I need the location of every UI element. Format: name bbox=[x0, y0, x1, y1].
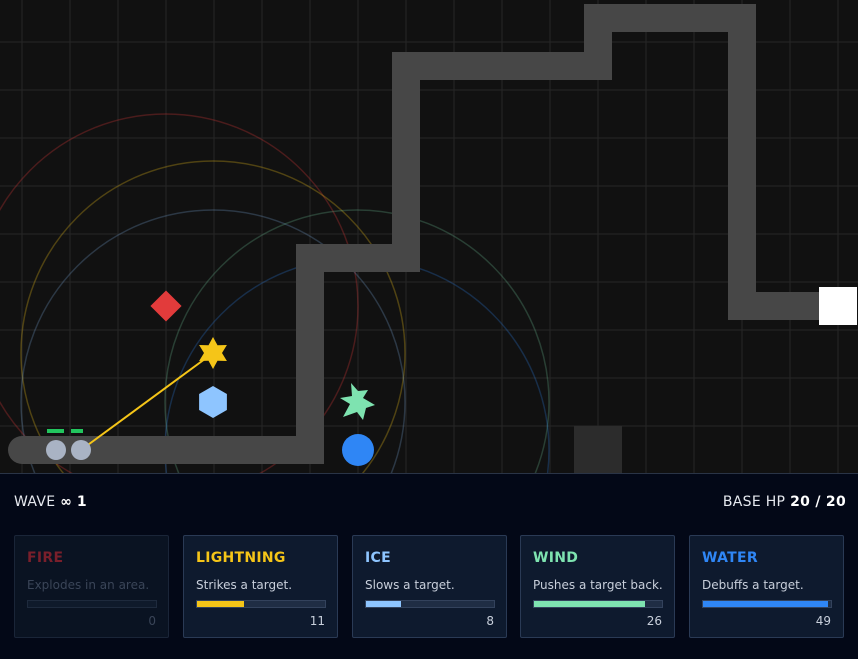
base-hp-value: 20 / 20 bbox=[790, 494, 846, 510]
tower-charge-fill bbox=[197, 601, 245, 607]
tower-card-lightning[interactable]: LIGHTNING Strikes a target. 11 bbox=[183, 535, 338, 638]
tower-count: 8 bbox=[486, 614, 494, 628]
tower-description: Pushes a target back. bbox=[533, 578, 663, 592]
build-slot[interactable] bbox=[574, 426, 622, 473]
tower-description: Slows a target. bbox=[365, 578, 455, 592]
tower-charge-fill bbox=[703, 601, 829, 607]
tower-count: 11 bbox=[309, 614, 325, 628]
tower-name: WATER bbox=[702, 550, 758, 566]
tower-charge-bar bbox=[533, 600, 663, 608]
tower-description: Debuffs a target. bbox=[702, 578, 804, 592]
tower-charge-fill bbox=[366, 601, 401, 607]
tower-card-fire[interactable]: FIRE Explodes in an area. 0 bbox=[14, 535, 169, 638]
base-hp-label: BASE HP bbox=[722, 494, 786, 510]
tower-count: 26 bbox=[646, 614, 662, 628]
tower-cards: FIRE Explodes in an area. 0 LIGHTNING St… bbox=[14, 535, 846, 640]
base-hp-indicator: BASE HP 20 / 20 bbox=[723, 494, 846, 510]
wave-infinity-symbol: ∞ bbox=[60, 494, 73, 510]
tower-description: Explodes in an area. bbox=[27, 578, 150, 592]
base bbox=[819, 287, 857, 325]
tower-count: 49 bbox=[815, 614, 831, 628]
tower-name: WIND bbox=[533, 550, 579, 566]
wave-number: 1 bbox=[76, 494, 87, 510]
tower-name: ICE bbox=[365, 550, 391, 566]
tower-count: 0 bbox=[148, 614, 156, 628]
tower-charge-fill bbox=[534, 601, 646, 607]
tower-name: LIGHTNING bbox=[196, 550, 286, 566]
tower-description: Strikes a target. bbox=[196, 578, 293, 592]
enemy-health-bar bbox=[47, 429, 64, 433]
wave-indicator: WAVE ∞ 1 bbox=[14, 494, 87, 510]
hud-panel: WAVE ∞ 1 BASE HP 20 / 20 FIRE Explodes i… bbox=[0, 473, 858, 659]
tower-card-wind[interactable]: WIND Pushes a target back. 26 bbox=[520, 535, 675, 638]
tower-charge-bar bbox=[702, 600, 832, 608]
enemy-health-bar bbox=[71, 429, 83, 433]
tower-charge-bar bbox=[365, 600, 495, 608]
wave-label: WAVE bbox=[14, 494, 56, 510]
tower-name: FIRE bbox=[27, 550, 64, 566]
enemy[interactable] bbox=[71, 440, 91, 460]
water-tower[interactable] bbox=[342, 434, 374, 466]
tower-charge-bar bbox=[27, 600, 157, 608]
game-field[interactable] bbox=[0, 0, 858, 473]
enemy[interactable] bbox=[46, 440, 66, 460]
tower-card-ice[interactable]: ICE Slows a target. 8 bbox=[352, 535, 507, 638]
tower-card-water[interactable]: WATER Debuffs a target. 49 bbox=[689, 535, 844, 638]
tower-charge-bar bbox=[196, 600, 326, 608]
